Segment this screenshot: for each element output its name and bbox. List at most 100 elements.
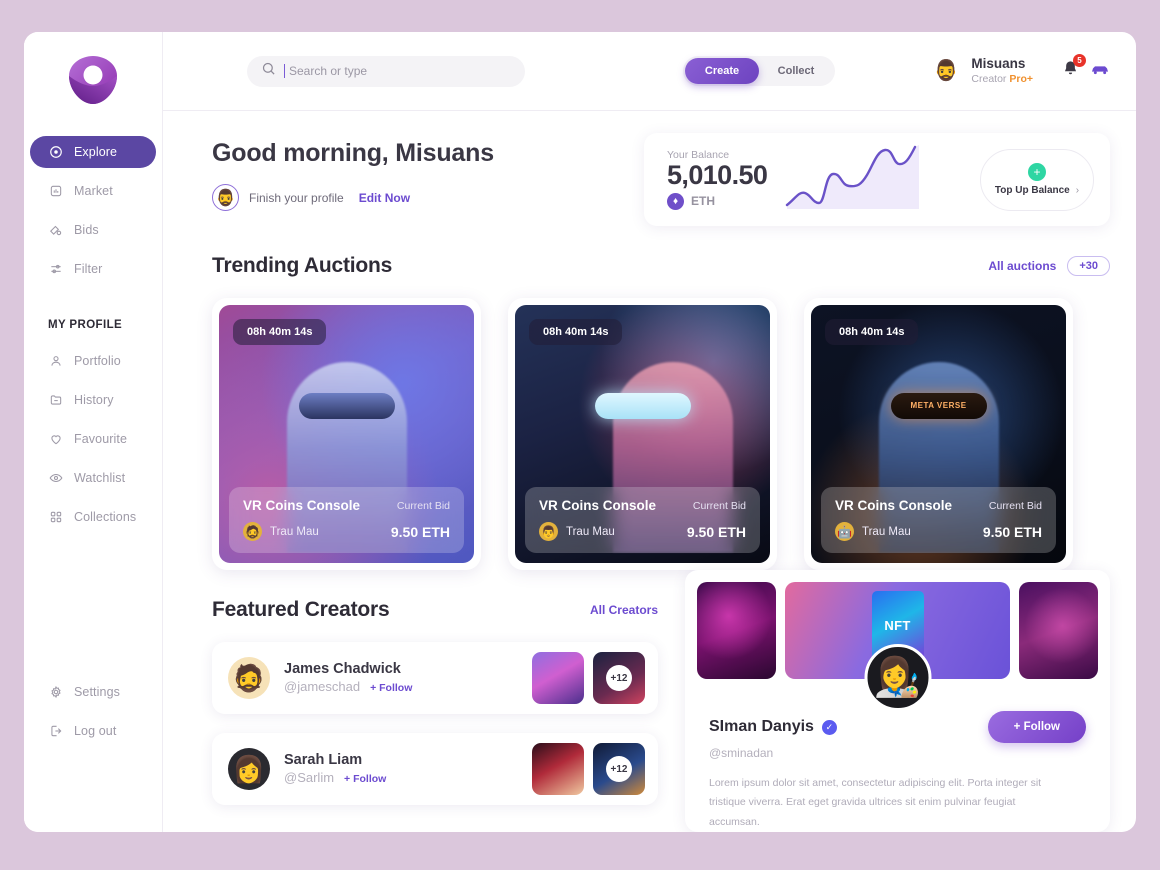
plus-icon: + [1028, 163, 1046, 181]
auction-title-row: VR Coins Console Current Bid [539, 498, 746, 513]
creator-thumbnails: +12 [532, 652, 645, 704]
app-logo[interactable] [24, 32, 162, 118]
balance-info: Your Balance 5,010.50 ♦ ETH [667, 149, 768, 210]
creator-handle: @jameschad [284, 678, 361, 694]
sidebar-profile-nav: Portfolio History Favourite Watchlist Co… [24, 345, 162, 540]
sidebar-item-label: Log out [74, 724, 117, 738]
balance-sparkline-chart [785, 141, 921, 218]
user-menu[interactable]: 🧔‍♂️ Misuans Creator Pro+ 5 [930, 54, 1110, 87]
sidebar-item-logout[interactable]: Log out [30, 715, 156, 747]
auction-timer: 08h 40m 14s [825, 319, 919, 345]
gavel-icon [48, 223, 63, 238]
vehicle-icon[interactable] [1090, 62, 1110, 81]
sidebar-item-label: Settings [74, 685, 120, 699]
auctions-actions: All auctions +30 [988, 256, 1110, 276]
all-creators-link[interactable]: All Creators [590, 603, 658, 617]
sidebar-item-explore[interactable]: Explore [30, 136, 156, 168]
auction-card[interactable]: 08h 40m 14s VR Coins Console Current Bid… [804, 298, 1073, 570]
sidebar-item-filter[interactable]: Filter [30, 253, 156, 285]
logout-icon [48, 724, 63, 739]
thumbnail[interactable] [532, 652, 584, 704]
sidebar-item-label: Favourite [74, 432, 128, 446]
sidebar-item-history[interactable]: History [30, 384, 156, 416]
avatar: 🧔 [243, 522, 262, 541]
creator-meta: Sarah Liam @Sarlim + Follow [284, 751, 386, 787]
status-badge: Pro+ [1009, 72, 1033, 85]
sidebar-item-collections[interactable]: Collections [30, 501, 156, 533]
eye-icon [48, 471, 63, 486]
tab-create[interactable]: Create [685, 58, 759, 84]
creator-handle: @Sarlim [284, 769, 335, 785]
sidebar-item-portfolio[interactable]: Portfolio [30, 345, 156, 377]
gallery-image-right[interactable] [1019, 582, 1098, 679]
create-collect-toggle[interactable]: Create Collect [683, 56, 835, 86]
thumbnail-more[interactable]: +12 [593, 743, 645, 795]
notification-count: 5 [1073, 54, 1086, 67]
auction-card[interactable]: 08h 40m 14s VR Coins Console Current Bid… [212, 298, 481, 570]
sidebar-item-label: Filter [74, 262, 103, 276]
auction-title: VR Coins Console [835, 498, 953, 513]
auction-artwork: 08h 40m 14s VR Coins Console Current Bid… [811, 305, 1066, 563]
sidebar-item-settings[interactable]: Settings [30, 676, 156, 708]
balance-currency: ♦ ETH [667, 192, 767, 210]
avatar: 🤖 [835, 522, 854, 541]
folder-icon [48, 393, 63, 408]
creators-list: 🧔 James Chadwick @jameschad + Follow +12… [212, 642, 658, 805]
avatar: 👩‍🎨 [864, 644, 931, 711]
auctions-count-pill[interactable]: +30 [1067, 256, 1110, 276]
bottom-section: Featured Creators All Creators 🧔 James C… [212, 570, 1110, 832]
notifications-button[interactable]: 5 [1061, 54, 1086, 83]
tab-collect[interactable]: Collect [759, 58, 833, 84]
sidebar-item-watchlist[interactable]: Watchlist [30, 462, 156, 494]
content: Good morning, Misuans 🧔‍♂️ Finish your p… [163, 111, 1136, 832]
auction-title: VR Coins Console [539, 498, 657, 513]
sidebar-section-label: MY PROFILE [48, 319, 123, 331]
bell-icon [1061, 61, 1080, 82]
sidebar-item-market[interactable]: Market [30, 175, 156, 207]
user-role-prefix: Creator [971, 72, 1010, 85]
creator-name: James Chadwick [284, 661, 401, 678]
top-up-row: Top Up Balance › [995, 185, 1079, 196]
avatar: 👩 [228, 748, 270, 790]
auction-info-overlay: VR Coins Console Current Bid 🤖 Trau Mau … [821, 487, 1056, 553]
vr-headset-icon [594, 392, 691, 419]
auctions-header: Trending Auctions All auctions +30 [212, 254, 1110, 278]
eth-icon: ♦ [667, 192, 684, 210]
auction-owner: Trau Mau [862, 525, 911, 538]
auction-owner-row: 🤖 Trau Mau 9.50 ETH [835, 522, 1042, 541]
follow-button[interactable]: + Follow [370, 682, 412, 696]
thumbnail-more[interactable]: +12 [593, 652, 645, 704]
profile-name: SIman Danyis [709, 718, 814, 735]
list-item[interactable]: 👩 Sarah Liam @Sarlim + Follow +12 [212, 733, 658, 805]
profile-handle: @sminadan [709, 746, 774, 760]
follow-button[interactable]: + Follow [344, 773, 386, 787]
main-area: Create Collect 🧔‍♂️ Misuans Creator Pro+… [163, 32, 1136, 832]
auction-owner-row: 👨 Trau Mau 9.50 ETH [539, 522, 746, 541]
top-up-balance-button[interactable]: + Top Up Balance › [980, 148, 1094, 211]
auction-cards: 08h 40m 14s VR Coins Console Current Bid… [212, 298, 1110, 570]
search-input[interactable] [284, 64, 511, 78]
sidebar-item-bids[interactable]: Bids [30, 214, 156, 246]
vr-headset-icon [298, 392, 395, 419]
gallery-image-left[interactable] [697, 582, 776, 679]
thumbnail[interactable] [532, 743, 584, 795]
sidebar-item-favourite[interactable]: Favourite [30, 423, 156, 455]
auction-title-row: VR Coins Console Current Bid [243, 498, 450, 513]
auction-card[interactable]: 08h 40m 14s VR Coins Console Current Bid… [508, 298, 777, 570]
follow-button[interactable]: + Follow [987, 711, 1086, 743]
grid-icon [48, 510, 63, 525]
edit-now-link[interactable]: Edit Now [359, 191, 410, 205]
bid-label: Current Bid [396, 499, 450, 512]
list-item[interactable]: 🧔 James Chadwick @jameschad + Follow +12 [212, 642, 658, 714]
compass-icon [48, 145, 63, 160]
all-auctions-link[interactable]: All auctions [988, 259, 1056, 273]
creator-name: Sarah Liam [284, 752, 363, 769]
creator-meta: James Chadwick @jameschad + Follow [284, 660, 412, 696]
user-icon [48, 354, 63, 369]
auction-title-row: VR Coins Console Current Bid [835, 498, 1042, 513]
chart-square-icon [48, 184, 63, 199]
profile-bio: Lorem ipsum dolor sit amet, consectetur … [709, 777, 1042, 828]
creator-handle-row: @Sarlim + Follow [284, 770, 386, 787]
search-box[interactable] [247, 55, 525, 87]
avatar: 👨 [539, 522, 558, 541]
